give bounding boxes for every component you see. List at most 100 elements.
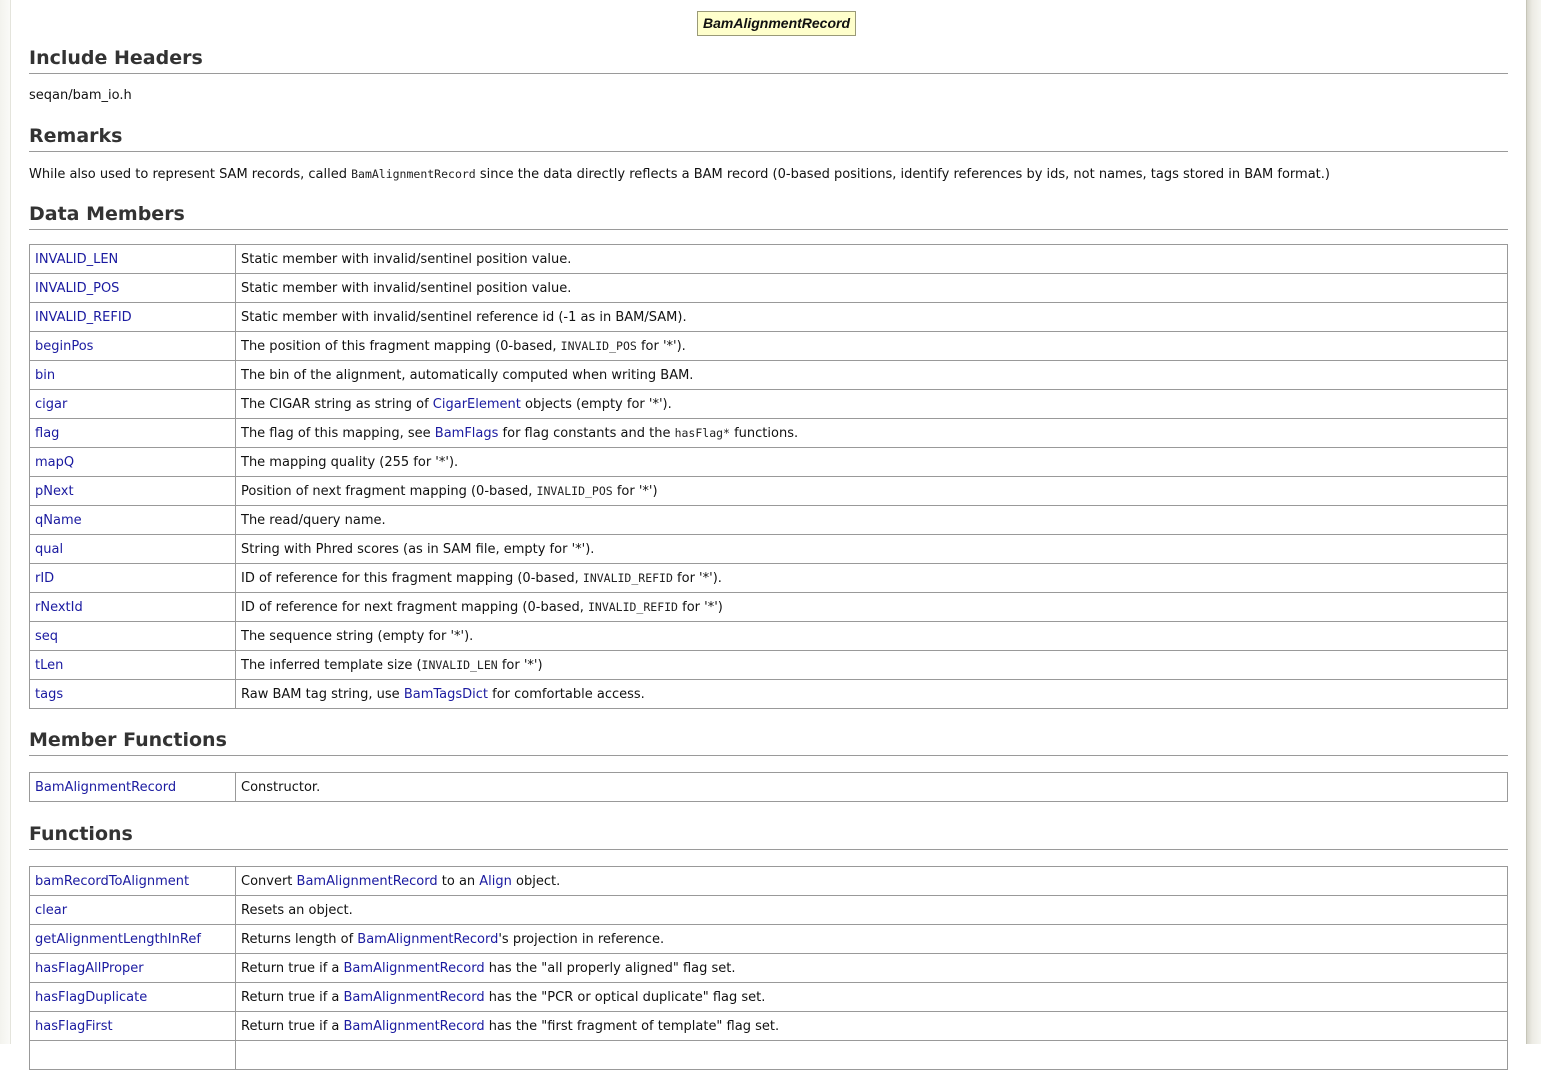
description-link[interactable]: BamAlignmentRecord: [344, 1019, 485, 1034]
description-text: The position of this fragment mapping (0…: [241, 338, 561, 354]
member-description-cell: String with Phred scores (as in SAM file…: [235, 534, 1508, 564]
description-link[interactable]: BamAlignmentRecord: [357, 932, 498, 947]
member-link[interactable]: getAlignmentLengthInRef: [35, 932, 201, 947]
data-members-heading: Data Members: [29, 201, 1508, 230]
description-link[interactable]: BamAlignmentRecord: [344, 990, 485, 1005]
member-name-cell: bamRecordToAlignment: [29, 866, 236, 896]
member-name-cell: rID: [29, 563, 236, 593]
member-link[interactable]: clear: [35, 903, 67, 918]
member-link[interactable]: hasFlagDuplicate: [35, 990, 147, 1005]
table-row: INVALID_REFID Static member with invalid/…: [29, 302, 1508, 332]
table-row: INVALID_POS Static member with invalid/se…: [29, 273, 1508, 303]
member-description-cell: Return true if a BamAlignmentRecord has …: [235, 1011, 1508, 1041]
member-name-cell: hasFlagFirst: [29, 1011, 236, 1041]
member-link[interactable]: seq: [35, 629, 58, 644]
table-row: rID ID of reference for this fragment map…: [29, 563, 1508, 593]
member-description-cell: Raw BAM tag string, use BamTagsDict for …: [235, 679, 1508, 709]
description-link[interactable]: Align: [479, 874, 512, 889]
member-name-cell: mapQ: [29, 447, 236, 477]
description-text: functions.: [729, 425, 799, 441]
description-text: for '*'): [677, 599, 723, 615]
description-text: object.: [511, 873, 561, 889]
description-text: for '*').: [636, 338, 686, 354]
member-link[interactable]: INVALID_POS: [35, 281, 119, 296]
member-link[interactable]: cigar: [35, 397, 67, 412]
description-link[interactable]: BamAlignmentRecord: [297, 874, 438, 889]
table-row: [29, 1040, 1508, 1070]
description-text: objects (empty for '*').: [520, 396, 672, 412]
functions-table: bamRecordToAlignment Convert BamAlignment…: [29, 866, 1508, 1070]
table-row: hasFlagDuplicate Return true if a BamAlig…: [29, 982, 1508, 1012]
member-link[interactable]: rNextId: [35, 600, 83, 615]
member-description-cell: The inferred template size (INVALID_LEN …: [235, 650, 1508, 680]
scrollbar[interactable]: [1526, 0, 1541, 1044]
member-name-cell: qual: [29, 534, 236, 564]
member-link[interactable]: qName: [35, 513, 82, 528]
member-link[interactable]: rID: [35, 571, 54, 586]
member-name-cell: bin: [29, 360, 236, 390]
data-members-table: INVALID_LEN Static member with invalid/se…: [29, 244, 1508, 709]
member-description-cell: The position of this fragment mapping (0…: [235, 331, 1508, 361]
member-description-cell: The mapping quality (255 for '*').: [235, 447, 1508, 477]
member-name-cell: hasFlagAllProper: [29, 953, 236, 983]
description-text: The flag of this mapping, see: [241, 425, 435, 441]
description-text: ID of reference for next fragment mappin…: [241, 599, 588, 615]
description-text: Returns length of: [241, 931, 358, 947]
member-link[interactable]: qual: [35, 542, 63, 557]
table-row: rNextId ID of reference for next fragment…: [29, 592, 1508, 622]
member-link[interactable]: bamRecordToAlignment: [35, 874, 189, 889]
table-row: qName The read/query name.: [29, 505, 1508, 535]
description-text: to an: [437, 873, 480, 889]
description-code: INVALID_REFID: [582, 570, 673, 585]
member-link[interactable]: flag: [35, 426, 59, 441]
description-text: Return true if a: [241, 989, 344, 1005]
member-name-cell: clear: [29, 895, 236, 925]
member-link[interactable]: hasFlagFirst: [35, 1019, 113, 1034]
include-headers-heading: Include Headers: [29, 45, 1508, 74]
description-text: has the "PCR or optical duplicate" flag …: [484, 989, 766, 1005]
description-link[interactable]: BamFlags: [435, 426, 499, 441]
member-description-cell: Static member with invalid/sentinel refe…: [235, 302, 1508, 332]
description-link[interactable]: BamAlignmentRecord: [344, 961, 485, 976]
member-link[interactable]: mapQ: [35, 455, 74, 470]
description-text: for '*').: [672, 570, 722, 586]
description-link[interactable]: CigarElement: [433, 397, 521, 412]
member-link[interactable]: beginPos: [35, 339, 93, 354]
table-row: cigar The CIGAR string as string of Cigar…: [29, 389, 1508, 419]
member-link[interactable]: INVALID_REFID: [35, 310, 132, 325]
remarks-heading: Remarks: [29, 123, 1508, 152]
member-link[interactable]: tLen: [35, 658, 63, 673]
table-row: qual String with Phred scores (as in SAM …: [29, 534, 1508, 564]
member-description-cell: Return true if a BamAlignmentRecord has …: [235, 953, 1508, 983]
member-description-cell: The bin of the alignment, automatically …: [235, 360, 1508, 390]
remarks-text-after: since the data directly reflects a BAM r…: [475, 167, 1330, 182]
description-text: Raw BAM tag string, use: [241, 686, 404, 702]
member-description-cell: The CIGAR string as string of CigarEleme…: [235, 389, 1508, 419]
description-code: INVALID_POS: [560, 338, 637, 353]
member-description-cell: Position of next fragment mapping (0-bas…: [235, 476, 1508, 506]
table-row: bamRecordToAlignment Convert BamAlignment…: [29, 866, 1508, 896]
description-link[interactable]: BamTagsDict: [404, 687, 488, 702]
member-description-cell: Static member with invalid/sentinel posi…: [235, 244, 1508, 274]
member-link[interactable]: BamAlignmentRecord: [35, 780, 176, 795]
member-link[interactable]: hasFlagAllProper: [35, 961, 144, 976]
member-description-cell: ID of reference for this fragment mappin…: [235, 563, 1508, 593]
description-text: has the "first fragment of template" fla…: [484, 1018, 780, 1034]
member-name-cell: [29, 1040, 236, 1070]
member-description-cell: The sequence string (empty for '*').: [235, 621, 1508, 651]
member-link[interactable]: tags: [35, 687, 63, 702]
member-name-cell: INVALID_LEN: [29, 244, 236, 274]
member-name-cell: tags: [29, 679, 236, 709]
member-link[interactable]: INVALID_LEN: [35, 252, 118, 267]
description-text: has the "all properly aligned" flag set.: [484, 960, 736, 976]
description-text: The inferred template size (: [241, 657, 422, 673]
title-area: BamAlignmentRecord: [29, 0, 1508, 45]
member-name-cell: INVALID_REFID: [29, 302, 236, 332]
member-description-cell: ID of reference for next fragment mappin…: [235, 592, 1508, 622]
description-text: Convert: [241, 873, 297, 889]
description-text: for '*'): [497, 657, 543, 673]
description-text: The mapping quality (255 for '*').: [241, 454, 459, 470]
member-link[interactable]: bin: [35, 368, 55, 383]
member-functions-heading: Member Functions: [29, 727, 1508, 756]
member-link[interactable]: pNext: [35, 484, 74, 499]
